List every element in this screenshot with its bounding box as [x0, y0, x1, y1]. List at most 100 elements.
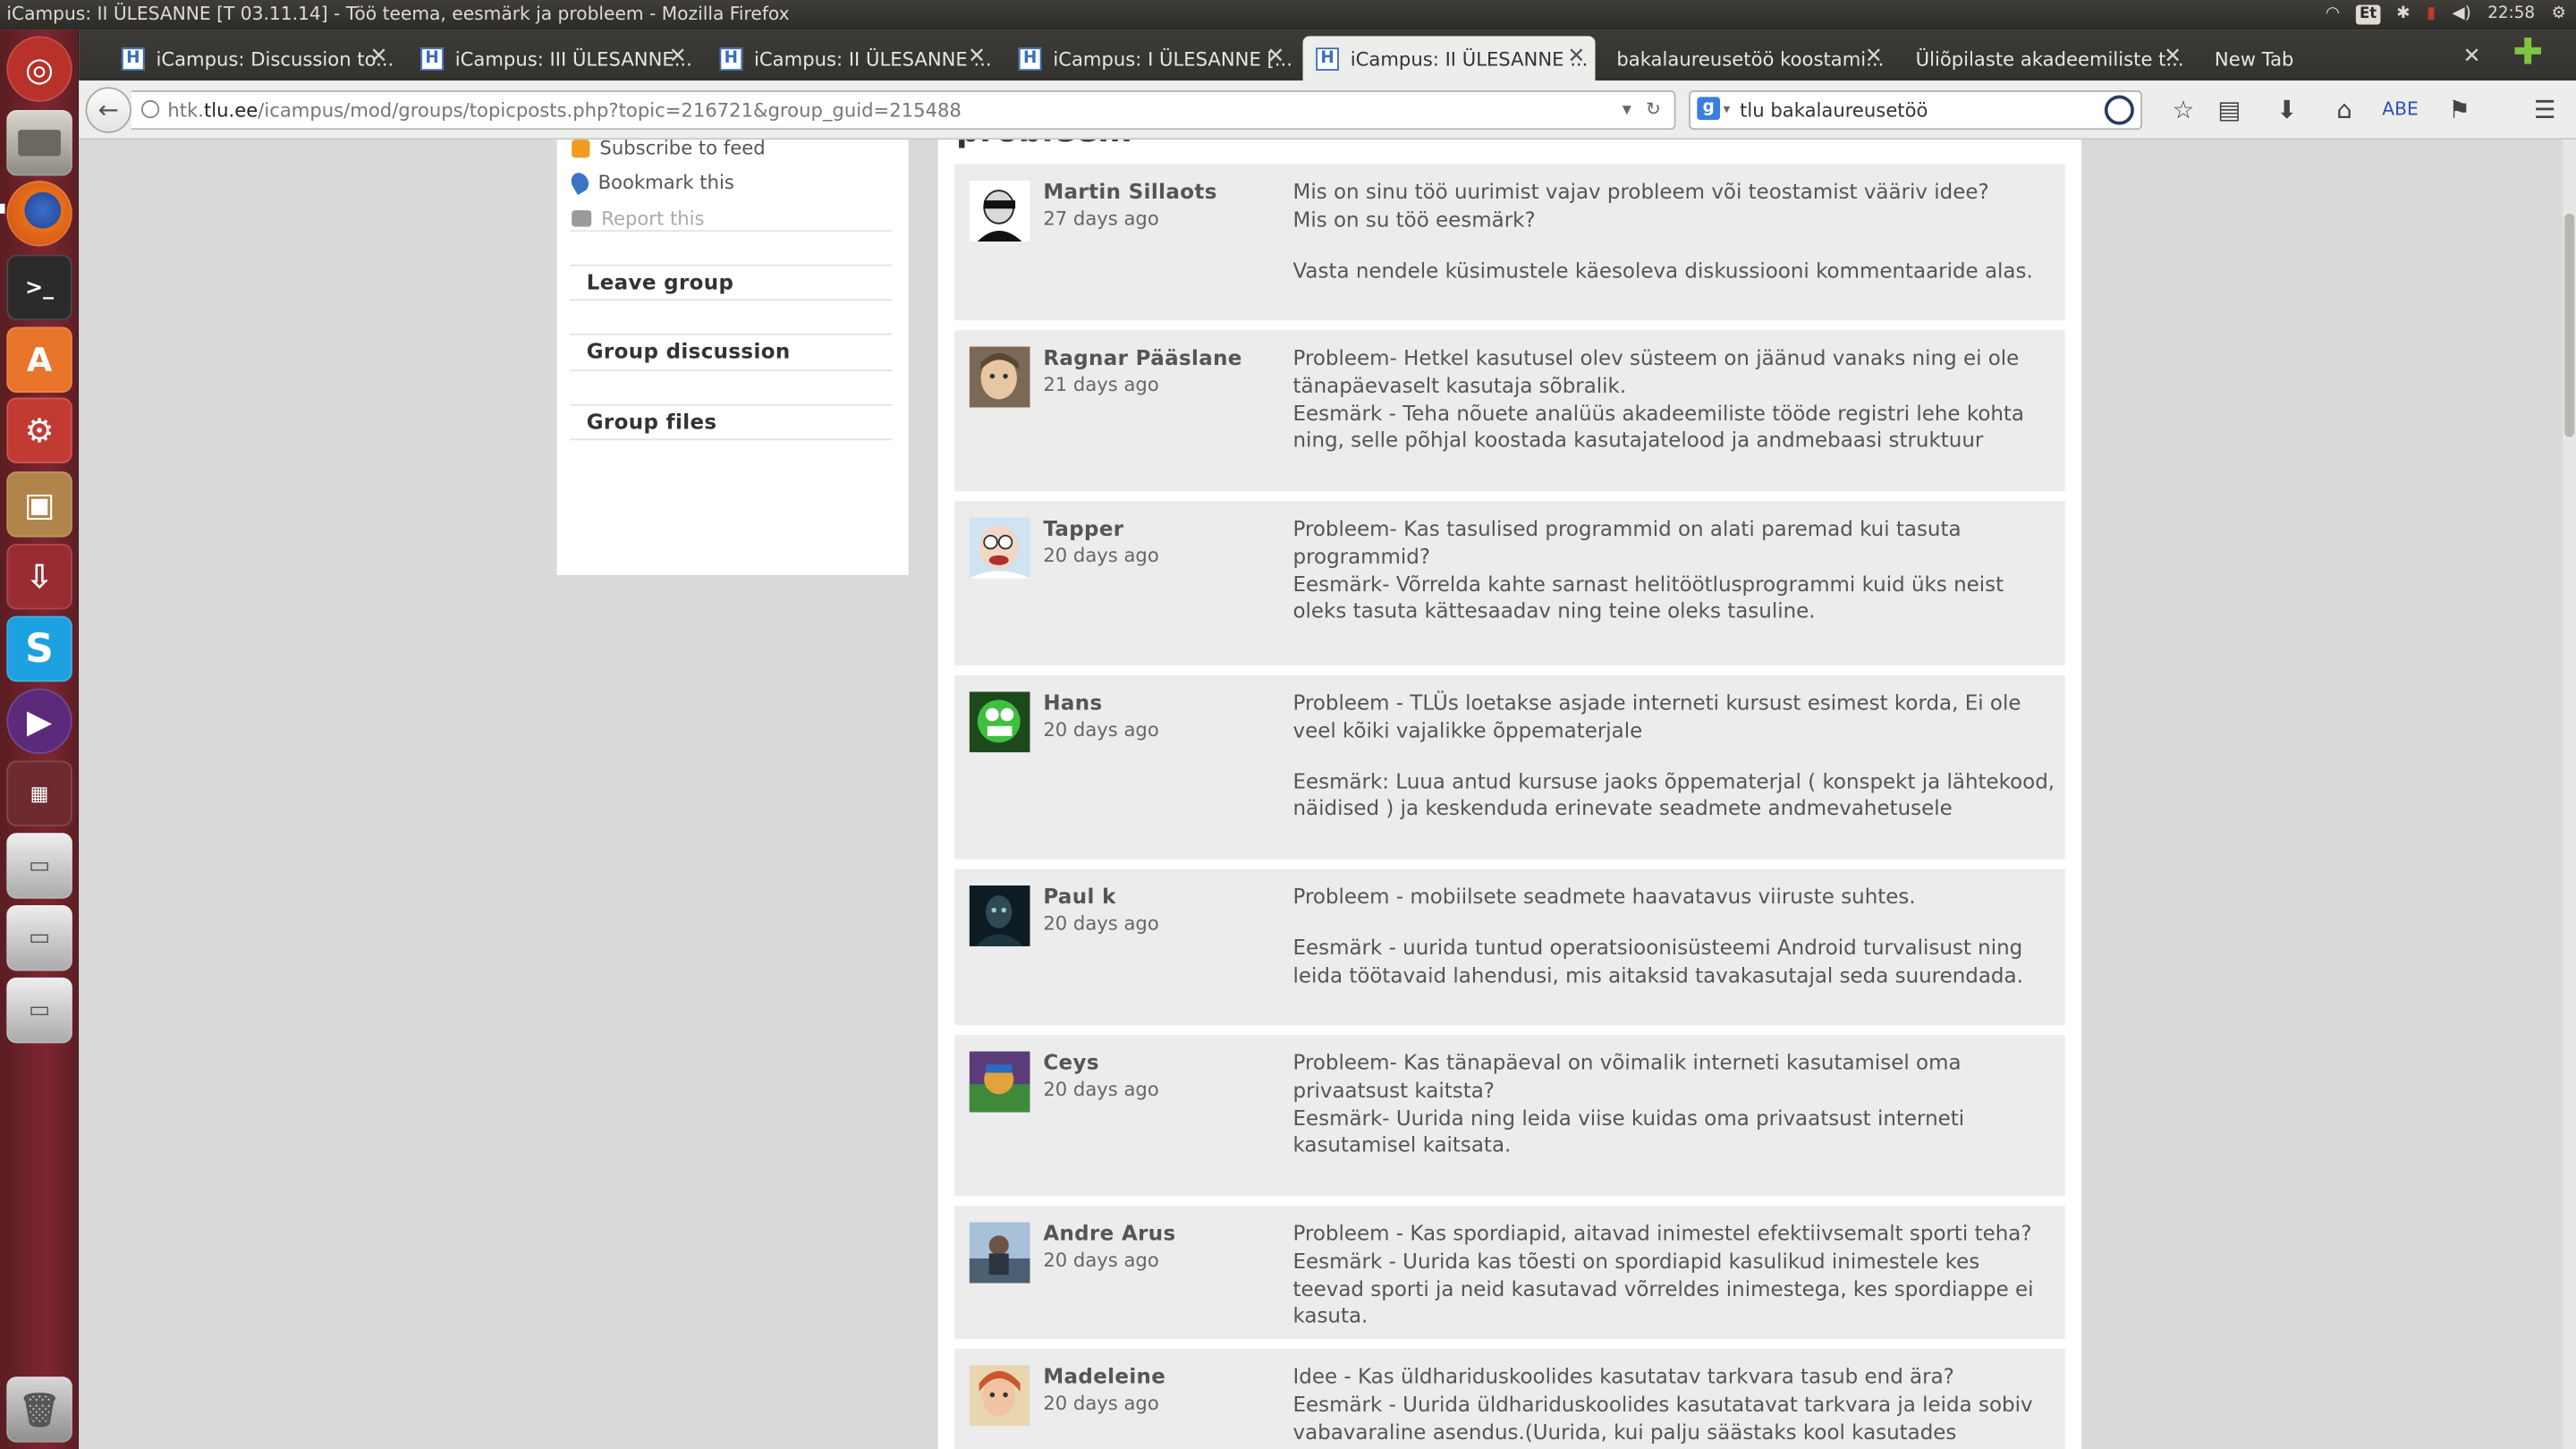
window-title: iCampus: II ÜLESANNE [T 03.11.14] - Töö … [6, 3, 790, 25]
post-body: Probleem- Kas tasulised programmid on al… [1293, 516, 2055, 626]
terminal-icon[interactable]: >_ [6, 254, 72, 321]
discussion-post: Madeleine 20 days ago Idee - Kas üldhari… [954, 1348, 2065, 1449]
post-text-line: Eesmärk: Luua antud kursuse jaoks õppema… [1292, 767, 2055, 821]
post-author[interactable]: Hans [1043, 690, 1102, 715]
bookmark-star-icon[interactable]: ☆ [2165, 94, 2201, 127]
avatar[interactable] [969, 691, 1030, 753]
back-arrow-icon[interactable]: ← [85, 87, 131, 133]
wifi-icon[interactable]: ◠ [2326, 0, 2340, 30]
home-icon[interactable]: ⌂ [2326, 94, 2362, 127]
tab-title: iCampus: II ÜLESANNE ... [754, 47, 992, 71]
tab[interactable]: H iCampus: I ÜLESANNE [... ✕ [1005, 36, 1294, 80]
avatar[interactable] [969, 1365, 1030, 1427]
post-author[interactable]: Madeleine [1043, 1363, 1165, 1388]
post-timestamp: 27 days ago [1043, 207, 1159, 231]
tab-title: iCampus: III ÜLESANNE... [454, 47, 692, 71]
post-author[interactable]: Ragnar Pääslane [1043, 345, 1241, 370]
skype-icon[interactable]: S [6, 615, 72, 682]
avatar[interactable] [969, 1222, 1030, 1284]
close-tab-icon[interactable]: ✕ [2462, 45, 2480, 70]
system-settings-icon[interactable]: ⚙ [6, 397, 72, 463]
url-history-dropdown-icon[interactable]: ▾ [1623, 92, 1631, 128]
drive-icon-3[interactable]: ▭ [6, 977, 72, 1044]
discussion-post: Ceys 20 days ago Probleem- Kas tänapäeva… [954, 1035, 2065, 1201]
site-identity-globe-icon[interactable] [140, 100, 160, 119]
close-tab-icon[interactable]: ✕ [669, 45, 687, 70]
divider [570, 438, 893, 441]
discussion-post: Hans 20 days ago Probleem - TLÜs loetaks… [954, 674, 2065, 865]
keyboard-layout-indicator[interactable]: Et [2356, 4, 2380, 25]
files-icon[interactable] [6, 110, 72, 176]
post-author[interactable]: Tapper [1043, 516, 1123, 541]
battery-icon[interactable]: ▮ [2427, 0, 2436, 30]
tab-active[interactable]: H iCampus: II ÜLESANNE ... ✕ [1302, 36, 1596, 81]
tab-title: iCampus: I ÜLESANNE [... [1053, 47, 1292, 71]
scrollbar-thumb[interactable] [2564, 213, 2575, 437]
url-path: /icampus/mod/groups/topicposts.php?topic… [258, 98, 962, 122]
bluetooth-icon[interactable]: ✱ [2396, 0, 2410, 30]
avatar[interactable] [969, 1051, 1030, 1113]
post-author[interactable]: Martin Sillaots [1043, 179, 1216, 204]
close-tab-icon[interactable]: ✕ [968, 45, 986, 70]
post-author[interactable]: Ceys [1043, 1050, 1099, 1075]
drive-icon-2[interactable]: ▭ [6, 905, 72, 971]
downloads-arrow-icon[interactable]: ⬇ [2269, 94, 2305, 127]
browser-nav-bar: ← htk.tlu.ee/icampus/mod/groups/topicpos… [79, 80, 2576, 140]
avatar[interactable] [969, 886, 1030, 946]
close-tab-icon[interactable]: ✕ [1567, 45, 1585, 70]
reading-list-icon[interactable]: ▤ [2211, 94, 2247, 127]
tab[interactable]: Üliõpilaste akadeemiliste t... ✕ [1902, 36, 2191, 80]
subscribe-label: Subscribe to feed [599, 140, 766, 160]
tab-title: iCampus: Discussion to... [156, 47, 394, 71]
post-text-line: Probleem- Kas tasulised programmid on al… [1292, 515, 1962, 569]
new-tab-plus-icon[interactable]: ✚ [2512, 35, 2543, 71]
discussion-post: Ragnar Pääslane 21 days ago Probleem- He… [954, 330, 2065, 496]
volume-icon[interactable]: ◀) [2453, 0, 2471, 30]
menu-hamburger-icon[interactable]: ☰ [2527, 94, 2563, 127]
adblock-icon[interactable]: ABE [2382, 94, 2418, 127]
settings-gear-icon[interactable]: ⚙ [2552, 0, 2566, 30]
workspace-switcher-icon[interactable]: ▦ [6, 760, 72, 826]
trash-icon[interactable]: 🗑 [6, 1377, 72, 1443]
extension-icon[interactable]: ⚑ [2441, 94, 2477, 127]
google-search-engine-icon[interactable]: g [1697, 97, 1721, 121]
tab[interactable]: New Tab ✕ [2201, 36, 2490, 80]
avatar[interactable] [969, 346, 1030, 408]
software-center-icon[interactable]: A [6, 326, 72, 393]
clock[interactable]: 22:58 [2487, 0, 2535, 30]
search-engine-dropdown-icon[interactable]: ▾ [1724, 92, 1730, 128]
subscribe-link[interactable]: Subscribe to feed [572, 140, 766, 160]
bookmark-link[interactable]: Bookmark this [567, 169, 734, 196]
tab[interactable]: H iCampus: II ÜLESANNE ... ✕ [707, 36, 996, 80]
url-bar[interactable]: htk.tlu.ee/icampus/mod/groups/topicposts… [131, 90, 1676, 131]
close-tab-icon[interactable]: ✕ [2164, 45, 2182, 70]
avatar[interactable] [969, 181, 1030, 242]
post-text-line: Probleem- Kas tänapäeval on võimalik int… [1292, 1049, 1962, 1103]
group-discussion-link[interactable]: Group discussion [587, 338, 791, 363]
report-link[interactable]: Report this [572, 207, 705, 231]
post-author[interactable]: Paul k [1043, 884, 1115, 909]
close-tab-icon[interactable]: ✕ [369, 45, 387, 70]
search-magnifier-icon[interactable] [2104, 95, 2134, 125]
page-viewport: Subscribe to feed Bookmark this Report t… [79, 140, 2563, 1449]
close-tab-icon[interactable]: ✕ [1865, 45, 1883, 70]
report-label: Report this [601, 207, 705, 231]
archive-icon[interactable]: ▣ [6, 471, 72, 538]
installer-icon[interactable]: ⇩ [6, 543, 72, 610]
post-author[interactable]: Andre Arus [1043, 1221, 1175, 1246]
post-text-line: Eesmärk - Uurida kas tõesti on spordiapi… [1292, 1248, 2034, 1328]
page-scrollbar[interactable] [2563, 140, 2576, 1449]
firefox-icon[interactable] [6, 181, 72, 247]
tab[interactable]: H iCampus: III ÜLESANNE... ✕ [408, 36, 697, 80]
drive-icon[interactable]: ▭ [6, 833, 72, 899]
search-bar[interactable]: g ▾ tlu bakalaureusetöö [1689, 90, 2143, 131]
tab[interactable]: H iCampus: Discussion to... ✕ [108, 36, 397, 80]
group-files-link[interactable]: Group files [587, 409, 717, 434]
media-player-icon[interactable]: ▶ [6, 688, 72, 755]
tab[interactable]: bakalaureusetöö koostami... ✕ [1604, 36, 1893, 80]
close-tab-icon[interactable]: ✕ [1267, 45, 1284, 70]
leave-group-link[interactable]: Leave group [587, 269, 734, 294]
avatar[interactable] [969, 517, 1030, 579]
dash-home-icon[interactable]: ◎ [6, 36, 72, 102]
reload-icon[interactable]: ↻ [1646, 92, 1661, 128]
